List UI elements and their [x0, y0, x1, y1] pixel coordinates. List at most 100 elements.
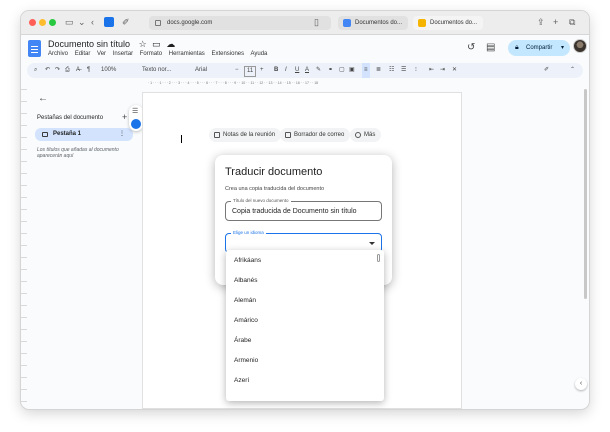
indent-decrease-icon[interactable]: ⇤ — [429, 63, 434, 78]
language-option[interactable]: Albanés — [234, 277, 258, 284]
zoom-window-button[interactable] — [49, 19, 56, 26]
language-dropdown[interactable]: Afrikáans Albanés Alemán Amárico Árabe A… — [226, 250, 384, 401]
minimize-window-button[interactable] — [39, 19, 46, 26]
chevron-up-icon[interactable] — [369, 242, 375, 245]
text-color-icon[interactable]: A — [305, 63, 309, 78]
document-icon — [214, 132, 220, 138]
menu-ayuda[interactable]: Ayuda — [250, 51, 267, 57]
checklist-icon[interactable]: ☷ — [389, 63, 394, 78]
language-select-label: Elige un idioma — [231, 230, 266, 235]
more-options-icon[interactable]: ⋮ — [119, 128, 125, 141]
language-option[interactable]: Armenio — [234, 357, 258, 364]
clear-format-icon[interactable]: ✕ — [452, 63, 457, 78]
page-scrollbar[interactable] — [584, 89, 587, 299]
back-icon[interactable]: ‹ — [91, 16, 94, 28]
reader-icon[interactable]: ▯ — [314, 16, 319, 28]
avatar[interactable] — [573, 39, 587, 53]
zoom-select[interactable]: 100% — [101, 63, 116, 78]
close-window-button[interactable] — [29, 19, 36, 26]
increase-size-icon[interactable]: + — [260, 63, 264, 78]
move-icon[interactable]: ▭ — [152, 39, 161, 49]
chevron-down-icon[interactable]: ⌄ — [78, 16, 86, 28]
chip-email-draft[interactable]: Borrador de correo — [280, 128, 351, 142]
chip-more[interactable]: Más — [350, 128, 382, 142]
tab-icon — [42, 132, 48, 137]
outline-button[interactable]: ☰ — [129, 105, 143, 131]
browser-tab-2[interactable]: Documentos do... — [413, 16, 483, 30]
font-size-input[interactable]: 11 — [244, 66, 257, 77]
document-title[interactable]: Documento sin título ☆ ▭ ☁ — [48, 39, 175, 50]
sidebar-tab-item[interactable]: Pestaña 1 ⋮ — [35, 128, 133, 141]
chevron-down-icon[interactable]: ▾ — [561, 40, 564, 56]
sidebar-note: Los títulos que añadas al documento apar… — [37, 147, 119, 159]
menu-insertar[interactable]: Insertar — [113, 51, 133, 57]
lock-icon: 🔒︎ — [515, 44, 519, 51]
collapse-toolbar-icon[interactable]: ⌃ — [570, 63, 575, 78]
more-circle-icon — [355, 132, 361, 138]
comment-icon[interactable]: ▢ — [339, 63, 345, 78]
redo-icon[interactable]: ↷ — [55, 63, 60, 78]
highlight-icon[interactable]: ✎ — [316, 63, 321, 78]
menu-formato[interactable]: Formato — [140, 51, 162, 57]
menu-ver[interactable]: Ver — [97, 51, 106, 57]
line-spacing-icon[interactable]: ≣ — [376, 63, 381, 78]
extension-icon[interactable] — [104, 17, 114, 27]
menu-herramientas[interactable]: Herramientas — [169, 51, 205, 57]
document-name-field[interactable]: Título del nuevo documento Copia traduci… — [225, 198, 382, 221]
email-icon — [285, 132, 291, 138]
sidebar-toggle-icon[interactable]: ▭ — [65, 16, 74, 28]
language-option[interactable]: Amárico — [234, 317, 258, 324]
add-tab-icon[interactable]: + — [122, 112, 127, 122]
chip-meeting-notes[interactable]: Notas de la reunión — [209, 128, 282, 142]
tools-icon[interactable]: ✐ — [122, 16, 130, 28]
dialog-title: Traducir documento — [225, 166, 323, 178]
italic-icon[interactable]: I — [285, 63, 287, 78]
menu-archivo[interactable]: Archivo — [48, 51, 68, 57]
menu-editar[interactable]: Editar — [75, 51, 91, 57]
docs-tab-icon — [343, 19, 351, 27]
comments-icon[interactable]: ▤ — [486, 42, 495, 53]
docs-tab-icon — [418, 19, 426, 27]
vertical-ruler — [21, 89, 27, 405]
horizontal-ruler: · 1 · · · 1 · · · 2 · · · 3 · · · 4 · · … — [148, 81, 319, 85]
docs-logo-icon[interactable] — [28, 40, 41, 57]
language-option[interactable]: Azerí — [234, 377, 249, 384]
search-icon[interactable]: ⌕ — [34, 63, 37, 78]
language-option[interactable]: Árabe — [234, 337, 251, 344]
numbered-list-icon[interactable]: ⁝ — [415, 63, 417, 78]
menu-extensiones[interactable]: Extensiones — [211, 51, 244, 57]
new-tab-icon[interactable]: + — [553, 16, 558, 28]
share-button[interactable]: 🔒︎ Compartir ▾ — [508, 40, 570, 56]
dialog-subtitle: Crea una copia traducida del documento — [225, 186, 325, 192]
sync-badge-icon — [131, 119, 141, 129]
history-icon[interactable]: ↺ — [467, 42, 475, 53]
bold-icon[interactable]: B — [274, 63, 278, 78]
dropdown-scrollbar[interactable] — [377, 254, 380, 262]
decrease-size-icon[interactable]: − — [235, 63, 239, 78]
cloud-icon: ☁ — [166, 39, 176, 49]
print-icon[interactable]: ⎙ — [65, 63, 70, 78]
address-bar[interactable]: docs.google.com — [149, 16, 331, 30]
underline-icon[interactable]: U — [295, 63, 299, 78]
language-option[interactable]: Alemán — [234, 297, 256, 304]
formatting-toolbar: ⌕ ↶ ↷ ⎙ A̶ ¶ 100% Texto nor... Arial − 1… — [27, 63, 583, 78]
image-icon[interactable]: ▣ — [349, 63, 355, 78]
align-icon[interactable]: ≡ — [362, 63, 370, 78]
share-icon[interactable]: ⇪ — [537, 16, 545, 28]
link-icon[interactable]: ⚭ — [328, 63, 333, 78]
bullet-list-icon[interactable]: ☰ — [401, 63, 406, 78]
back-arrow-icon[interactable]: ← — [38, 93, 48, 104]
style-select[interactable]: Texto nor... — [142, 63, 171, 78]
text-cursor — [181, 135, 182, 143]
expand-side-panel-icon[interactable]: ‹ — [575, 378, 587, 390]
star-icon[interactable]: ☆ — [139, 39, 147, 49]
browser-tab-1[interactable]: Documentos do... — [338, 16, 408, 30]
language-option[interactable]: Afrikáans — [234, 257, 261, 264]
undo-icon[interactable]: ↶ — [45, 63, 50, 78]
paint-format-icon[interactable]: ¶ — [87, 63, 90, 78]
tab-overview-icon[interactable]: ⧉ — [569, 16, 575, 28]
font-select[interactable]: Arial — [195, 63, 207, 78]
spellcheck-icon[interactable]: A̶ — [76, 63, 80, 78]
indent-increase-icon[interactable]: ⇥ — [440, 63, 445, 78]
editing-mode-icon[interactable]: ✐ — [544, 63, 549, 78]
